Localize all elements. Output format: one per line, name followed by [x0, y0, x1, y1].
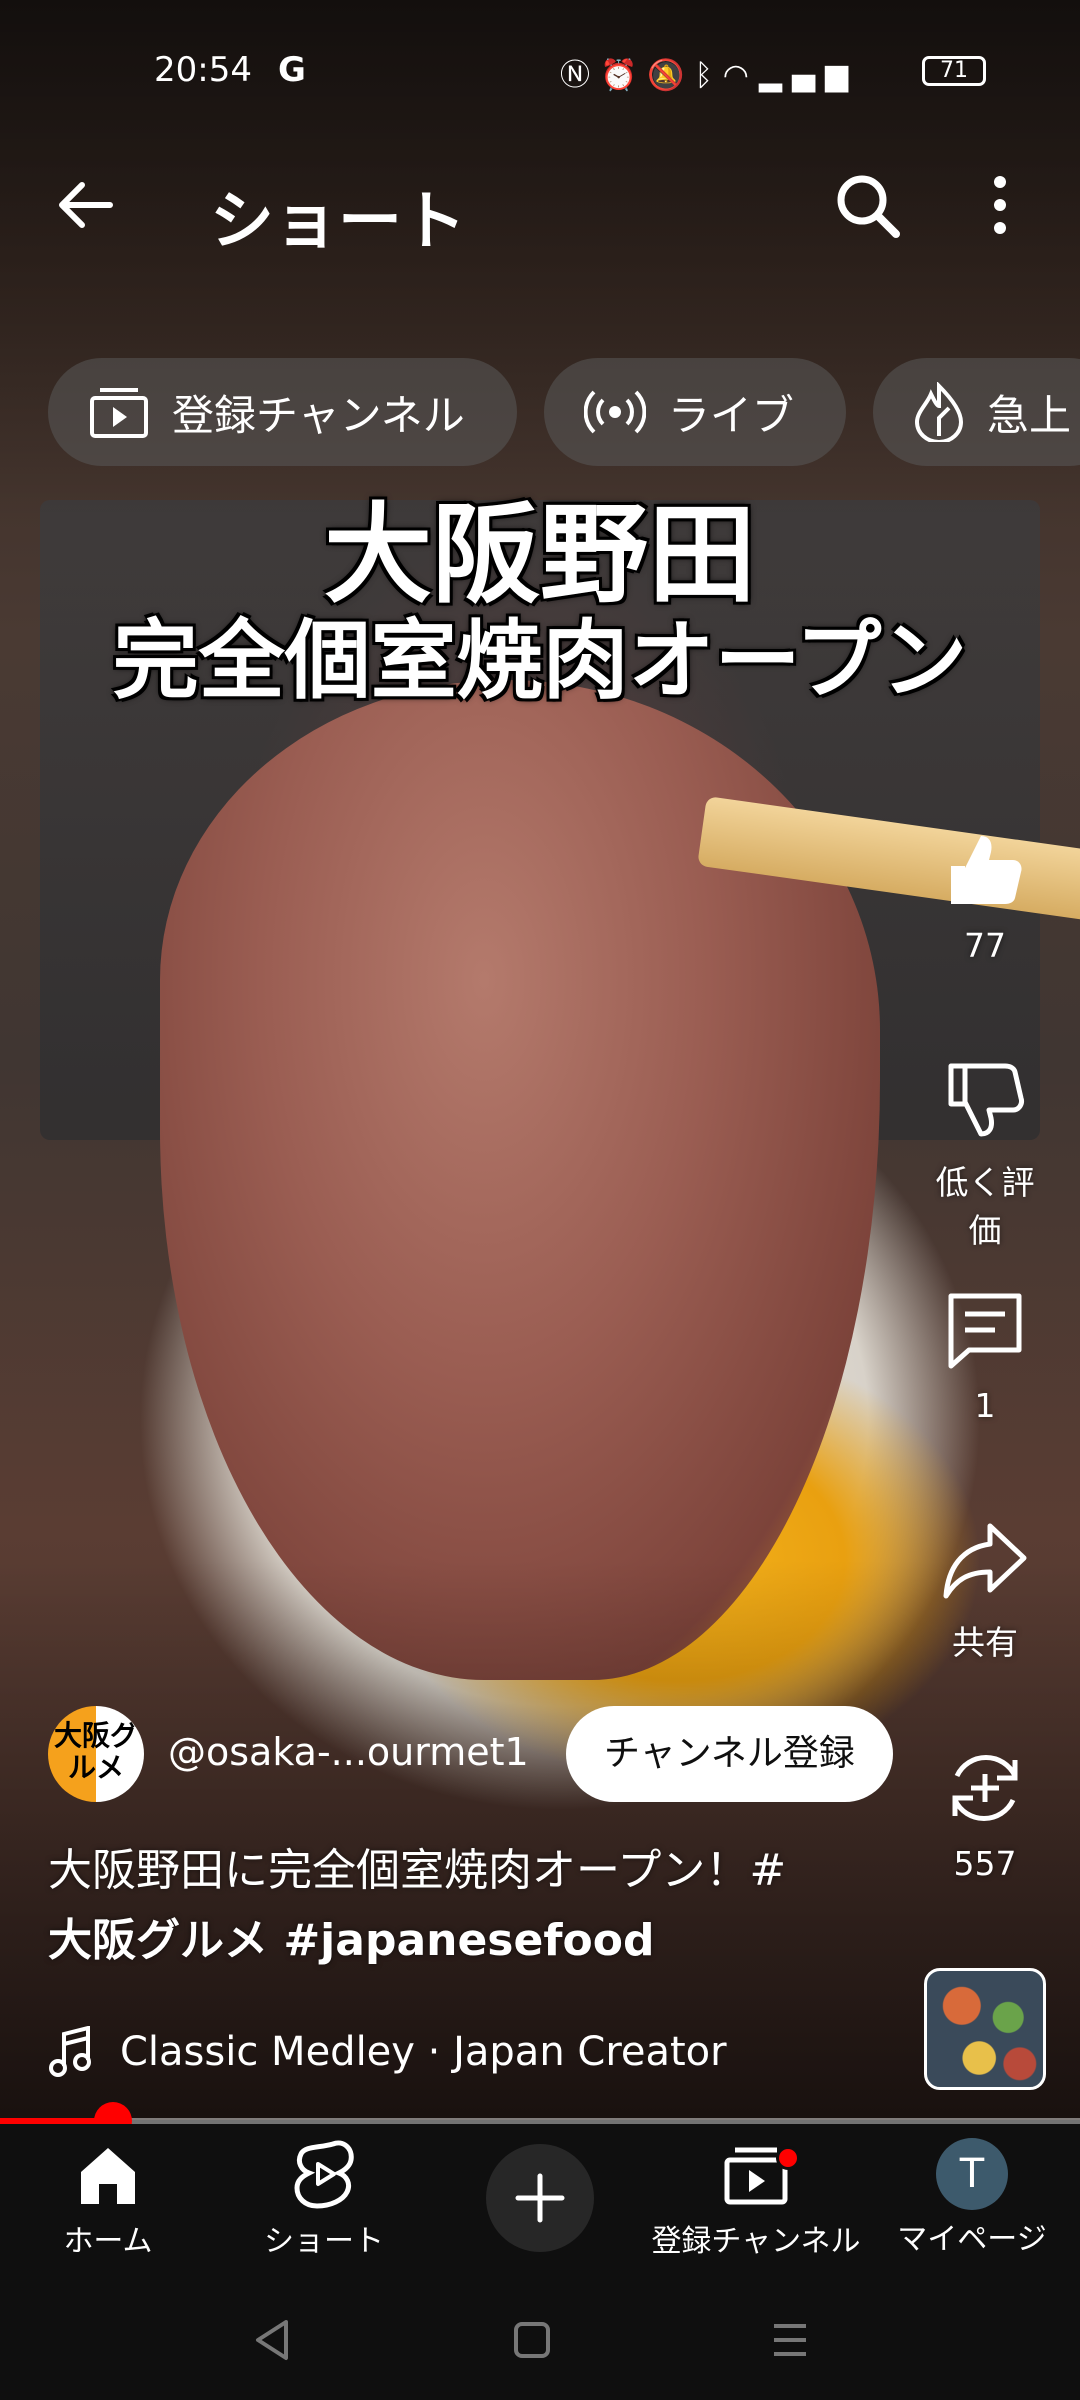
top-app-bar: ショート — [0, 140, 1080, 270]
nav-label: 登録チャンネル — [651, 2224, 861, 2259]
wifi-icon: ◠ — [722, 58, 759, 93]
signal-icon: ▂▄▆ — [758, 58, 859, 93]
chip-label: ライブ — [667, 390, 794, 440]
status-time: 20:54 — [154, 50, 252, 90]
home-icon — [81, 2148, 135, 2204]
search-icon[interactable] — [832, 170, 902, 240]
description-hashtags[interactable]: 大阪グルメ #japanesefood — [48, 1915, 654, 1966]
shorts-icon — [294, 2140, 354, 2209]
system-navigation-bar — [0, 2280, 1080, 2400]
create-button[interactable] — [486, 2144, 594, 2252]
channel-avatar[interactable]: 大阪グルメ — [48, 1706, 144, 1802]
user-avatar: T — [936, 2138, 1008, 2210]
plus-icon — [515, 2173, 565, 2223]
system-home-icon[interactable] — [512, 2320, 552, 2360]
channel-handle[interactable]: @osaka-...ourmet1 — [168, 1730, 529, 1774]
chip-live[interactable]: ライブ — [543, 358, 846, 466]
bluetooth-icon: ᛒ — [694, 58, 723, 93]
notification-dot — [776, 2146, 800, 2170]
alarm-icon: ⏰ — [600, 58, 648, 93]
nav-label: ショート — [264, 2224, 384, 2259]
dislike-button[interactable]: 低く評価 — [920, 1058, 1050, 1252]
system-back-icon[interactable] — [252, 2318, 292, 2362]
comment-button[interactable]: 1 — [920, 1288, 1050, 1425]
like-count: 77 — [964, 926, 1006, 965]
bottom-navigation: ホーム ショート 登録チャンネル T マイページ — [0, 2124, 1080, 2280]
video-overlay-title-line2: 完全個室焼肉オープン — [112, 610, 968, 711]
chip-subscriptions[interactable]: 登録チャンネル — [48, 358, 517, 466]
music-note-icon — [49, 2026, 91, 2077]
nav-label: マイページ — [897, 2222, 1047, 2257]
remix-icon — [952, 1755, 1018, 1821]
chip-label: 登録チャンネル — [172, 390, 465, 440]
sound-thumbnail[interactable] — [924, 1968, 1046, 2090]
share-button[interactable]: 共有 — [920, 1518, 1050, 1664]
thumbs-down-icon — [948, 1063, 1024, 1137]
chip-trending[interactable]: 急上 — [872, 358, 1080, 466]
share-label: 共有 — [952, 1623, 1018, 1662]
video-player[interactable]: 大阪野田 完全個室焼肉オープン — [0, 0, 1080, 2120]
page-title: ショート — [210, 185, 466, 259]
subscriptions-icon — [90, 388, 148, 438]
filter-chips: 登録チャンネル ライブ 急上 — [48, 358, 1080, 466]
google-icon: G — [278, 50, 306, 90]
mute-icon: 🔕 — [647, 58, 695, 93]
comment-count: 1 — [974, 1386, 996, 1425]
trending-icon — [914, 382, 963, 442]
nav-my-page[interactable]: T マイページ — [864, 2136, 1080, 2258]
nav-subscriptions[interactable]: 登録チャンネル — [648, 2136, 864, 2260]
remix-button[interactable]: 557 — [920, 1746, 1050, 1883]
subscribe-button[interactable]: チャンネル登録 — [566, 1706, 893, 1802]
status-icons: Ⓝ⏰🔕ᛒ◠▂▄▆ — [560, 50, 858, 94]
live-icon — [583, 390, 646, 434]
like-button[interactable]: 77 — [920, 828, 1050, 965]
more-vertical-icon[interactable] — [980, 170, 1020, 240]
nfc-icon: Ⓝ — [560, 58, 600, 93]
nav-shorts[interactable]: ショート — [216, 2136, 432, 2260]
dislike-label: 低く評価 — [935, 1163, 1035, 1250]
remix-count: 557 — [953, 1844, 1017, 1883]
chip-label: 急上 — [986, 390, 1071, 440]
nav-home[interactable]: ホーム — [0, 2136, 216, 2260]
music-row[interactable]: Classic Medley · Japan Creator — [48, 2020, 727, 2084]
nav-label: ホーム — [63, 2224, 153, 2259]
share-icon — [943, 1523, 1027, 1599]
music-label: Classic Medley · Japan Creator — [120, 2029, 727, 2075]
description-text: 大阪野田に完全個室焼肉オープン！# — [48, 1845, 787, 1896]
status-bar: 20:54 G Ⓝ⏰🔕ᛒ◠▂▄▆ 71 — [0, 0, 1080, 140]
system-recents-icon[interactable] — [770, 2320, 810, 2360]
thumbs-up-icon — [951, 836, 1022, 904]
battery-icon: 71 — [922, 56, 986, 86]
comment-icon — [948, 1293, 1022, 1369]
back-arrow-icon[interactable] — [50, 170, 120, 240]
video-description[interactable]: 大阪野田に完全個室焼肉オープン！# 大阪グルメ #japanesefood — [48, 1836, 868, 1976]
